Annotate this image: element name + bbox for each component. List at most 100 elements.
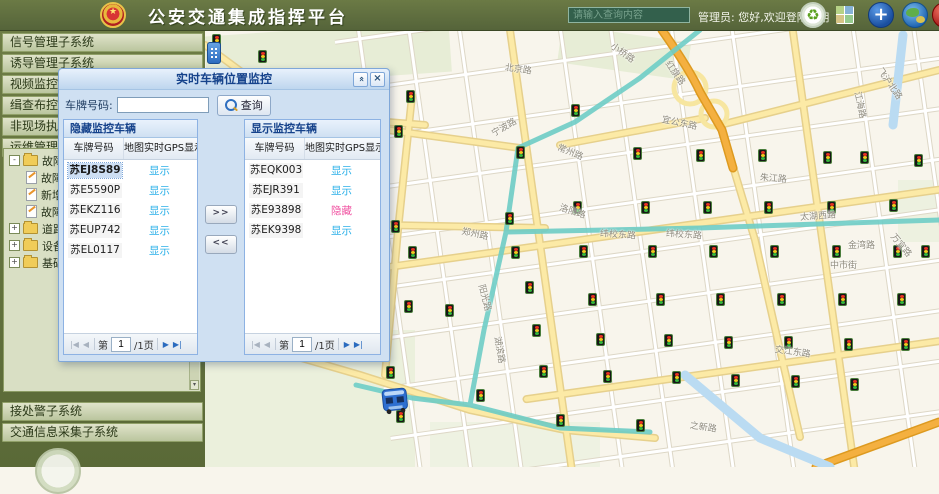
sidebar-item[interactable]: 信号管理子系统 [2, 33, 203, 52]
traffic-light-icon[interactable] [539, 365, 548, 378]
traffic-light-icon[interactable] [889, 199, 898, 212]
map-tiles-icon[interactable] [836, 6, 854, 24]
traffic-light-icon[interactable] [516, 146, 525, 159]
traffic-light-icon[interactable] [641, 201, 650, 214]
collapse-node-icon[interactable]: - [9, 155, 20, 166]
prev-page-icon[interactable]: ◀ [83, 340, 89, 349]
move-right-button[interactable]: >> [205, 205, 237, 224]
traffic-light-icon[interactable] [914, 154, 923, 167]
next-page-icon[interactable]: ▶ [163, 340, 169, 349]
traffic-light-icon[interactable] [764, 201, 773, 214]
traffic-light-icon[interactable] [648, 245, 657, 258]
last-page-icon[interactable]: ▶| [354, 340, 363, 349]
table-row[interactable]: 苏EK9398显示 [245, 220, 380, 240]
dialog-titlebar[interactable]: 实时车辆位置监控 « × [59, 69, 389, 90]
table-row[interactable]: 苏EJR391显示 [245, 180, 380, 200]
gps-toggle-link[interactable]: 显示 [303, 163, 380, 178]
gps-toggle-link[interactable]: 显示 [122, 203, 197, 218]
traffic-light-icon[interactable] [823, 151, 832, 164]
plate-input[interactable] [117, 97, 209, 113]
first-page-icon[interactable]: |◀ [251, 340, 260, 349]
traffic-light-icon[interactable] [731, 374, 740, 387]
traffic-light-icon[interactable] [394, 125, 403, 138]
page-input[interactable] [292, 337, 312, 352]
gps-toggle-link[interactable]: 显示 [303, 183, 380, 198]
traffic-light-icon[interactable] [897, 293, 906, 306]
table-row[interactable]: 苏E93898隐藏 [245, 200, 380, 220]
gps-toggle-link[interactable]: 显示 [303, 223, 380, 238]
alarm-icon[interactable] [932, 2, 939, 28]
window-close-icon[interactable]: × [370, 72, 385, 87]
traffic-light-icon[interactable] [408, 246, 417, 259]
traffic-light-icon[interactable] [703, 201, 712, 214]
sidebar-collapse-handle[interactable] [207, 42, 221, 64]
sidebar-item[interactable]: 交通信息采集子系统 [2, 423, 203, 442]
traffic-light-icon[interactable] [258, 50, 267, 63]
traffic-light-icon[interactable] [696, 149, 705, 162]
traffic-light-icon[interactable] [391, 220, 400, 233]
gps-toggle-link[interactable]: 显示 [122, 183, 197, 198]
traffic-light-icon[interactable] [716, 293, 725, 306]
table-row[interactable]: 苏EUP742显示 [64, 220, 197, 240]
traffic-light-icon[interactable] [511, 246, 520, 259]
traffic-light-icon[interactable] [476, 389, 485, 402]
traffic-light-icon[interactable] [758, 149, 767, 162]
recycle-icon[interactable]: ♻ [800, 2, 826, 28]
traffic-light-icon[interactable] [860, 151, 869, 164]
traffic-light-icon[interactable] [770, 245, 779, 258]
traffic-light-icon[interactable] [791, 375, 800, 388]
table-row[interactable]: 苏EL0117显示 [64, 240, 197, 260]
traffic-light-icon[interactable] [724, 336, 733, 349]
traffic-light-icon[interactable] [596, 333, 605, 346]
traffic-light-icon[interactable] [672, 371, 681, 384]
globe-icon[interactable] [902, 2, 928, 28]
gps-toggle-link[interactable]: 隐藏 [303, 203, 380, 218]
traffic-light-icon[interactable] [901, 338, 910, 351]
expand-node-icon[interactable]: + [9, 240, 20, 251]
traffic-light-icon[interactable] [664, 334, 673, 347]
traffic-light-icon[interactable] [404, 300, 413, 313]
traffic-light-icon[interactable] [832, 245, 841, 258]
last-page-icon[interactable]: ▶| [173, 340, 182, 349]
next-page-icon[interactable]: ▶ [344, 340, 350, 349]
expand-node-icon[interactable]: + [9, 257, 20, 268]
traffic-light-icon[interactable] [525, 281, 534, 294]
traffic-light-icon[interactable] [838, 293, 847, 306]
search-button[interactable]: 查询 [217, 95, 271, 116]
traffic-light-icon[interactable] [603, 370, 612, 383]
sidebar-item[interactable]: 接处警子系统 [2, 402, 203, 421]
traffic-light-icon[interactable] [386, 366, 395, 379]
traffic-light-icon[interactable] [579, 245, 588, 258]
traffic-light-icon[interactable] [445, 304, 454, 317]
map-compass-control[interactable] [35, 448, 81, 494]
table-row[interactable]: 苏EKZ116显示 [64, 200, 197, 220]
traffic-light-icon[interactable] [656, 293, 665, 306]
table-row[interactable]: 苏EQK003显示 [245, 160, 380, 180]
traffic-light-icon[interactable] [588, 293, 597, 306]
first-page-icon[interactable]: |◀ [70, 340, 79, 349]
gps-toggle-link[interactable]: 显示 [122, 223, 197, 238]
traffic-light-icon[interactable] [777, 293, 786, 306]
prev-page-icon[interactable]: ◀ [264, 340, 270, 349]
traffic-light-icon[interactable] [556, 414, 565, 427]
traffic-light-icon[interactable] [709, 245, 718, 258]
traffic-light-icon[interactable] [505, 212, 514, 225]
table-row[interactable]: 苏EJ8S89显示 [64, 160, 197, 180]
table-row[interactable]: 苏E5590P显示 [64, 180, 197, 200]
add-icon[interactable]: + [868, 2, 894, 28]
traffic-light-icon[interactable] [636, 419, 645, 432]
gps-toggle-link[interactable]: 显示 [122, 163, 197, 178]
window-collapse-icon[interactable]: « [353, 72, 368, 87]
traffic-light-icon[interactable] [844, 338, 853, 351]
traffic-light-icon[interactable] [850, 378, 859, 391]
traffic-light-icon[interactable] [921, 245, 930, 258]
global-search-input[interactable] [568, 7, 690, 23]
traffic-light-icon[interactable] [532, 324, 541, 337]
traffic-light-icon[interactable] [571, 104, 580, 117]
traffic-light-icon[interactable] [406, 90, 415, 103]
move-left-button[interactable]: << [205, 235, 237, 254]
traffic-light-icon[interactable] [633, 147, 642, 160]
police-vehicle-icon[interactable] [378, 385, 411, 419]
expand-node-icon[interactable]: + [9, 223, 20, 234]
page-input[interactable] [111, 337, 131, 352]
